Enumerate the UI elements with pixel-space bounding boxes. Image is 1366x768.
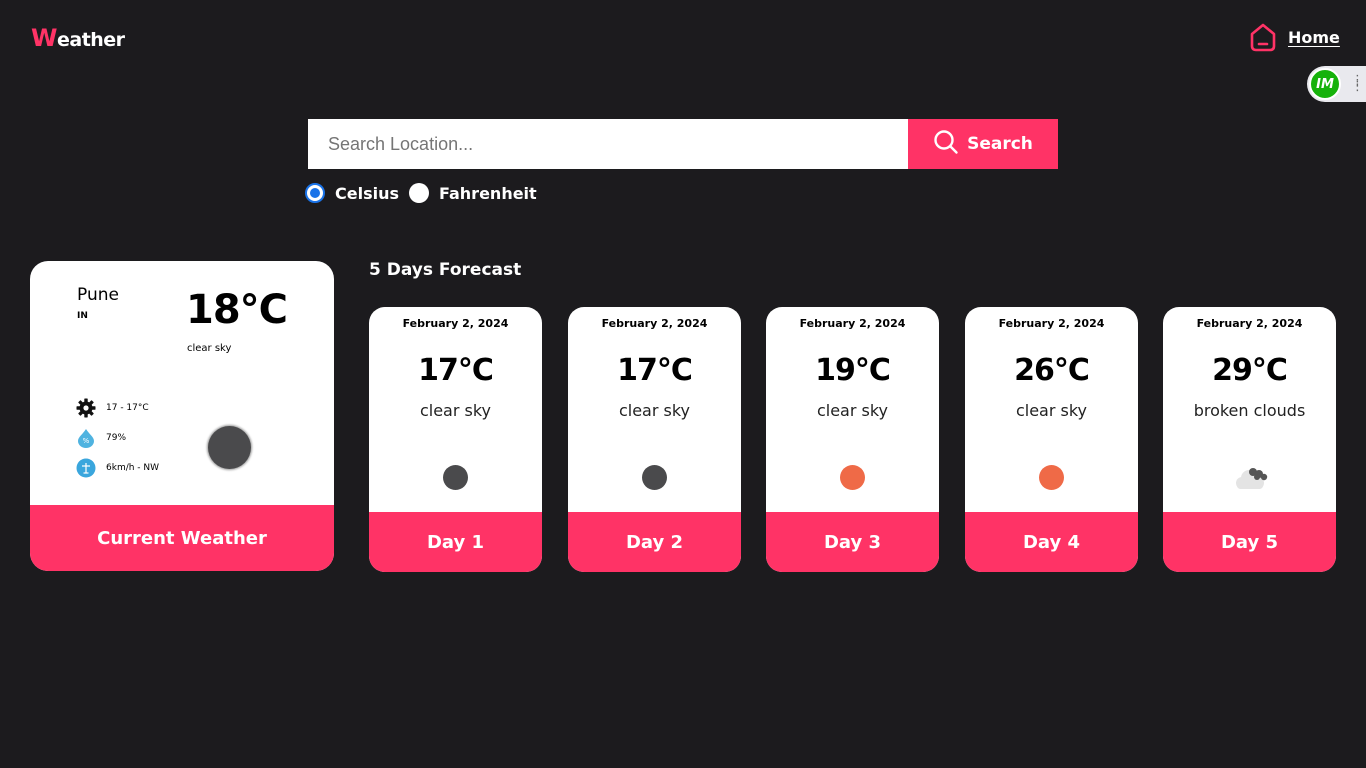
- extension-widget[interactable]: IM ⋮ ⋮: [1307, 66, 1366, 102]
- current-country: IN: [77, 311, 88, 321]
- forecast-temp: 17°C: [418, 353, 494, 388]
- forecast-title: 5 Days Forecast: [369, 260, 522, 280]
- fahrenheit-radio[interactable]: [409, 183, 429, 203]
- home-link[interactable]: Home: [1248, 22, 1340, 52]
- temp-range-row: 17 - 17°C: [76, 398, 149, 418]
- sun-icon: [1039, 465, 1064, 490]
- forecast-temp: 19°C: [815, 353, 891, 388]
- forecast-description: clear sky: [618, 401, 691, 420]
- drag-handle-icon[interactable]: ⋮ ⋮: [1351, 74, 1364, 93]
- forecast-day-label: Day 4: [965, 512, 1138, 572]
- current-weather-card: Pune IN 18°C clear sky 17 - 17°C % 79% 6…: [30, 261, 334, 571]
- search-button[interactable]: Search: [908, 119, 1058, 169]
- gear-icon: [76, 398, 96, 418]
- svg-text:%: %: [83, 437, 90, 445]
- forecast-card-day-5: February 2, 2024 29°C broken clouds Day …: [1163, 307, 1336, 572]
- home-icon: [1248, 22, 1278, 52]
- forecast-date: February 2, 2024: [998, 317, 1105, 330]
- forecast-date: February 2, 2024: [799, 317, 906, 330]
- forecast-description: clear sky: [816, 401, 889, 420]
- logo-initial: W: [31, 24, 57, 52]
- search-button-label: Search: [967, 134, 1033, 154]
- forecast-card-day-4: February 2, 2024 26°C clear sky Day 4: [965, 307, 1138, 572]
- forecast-date: February 2, 2024: [1196, 317, 1303, 330]
- unit-selector: Celsius Fahrenheit: [305, 183, 547, 203]
- moon-icon: [208, 426, 251, 469]
- forecast-card-day-2: February 2, 2024 17°C clear sky Day 2: [568, 307, 741, 572]
- sun-icon: [840, 465, 865, 490]
- forecast-temp: 17°C: [617, 353, 693, 388]
- forecast-description: clear sky: [1015, 401, 1088, 420]
- wind-icon: [76, 458, 96, 478]
- forecast-card-day-3: February 2, 2024 19°C clear sky Day 3: [766, 307, 939, 572]
- logo: Weather: [31, 24, 125, 52]
- celsius-label[interactable]: Celsius: [335, 184, 399, 203]
- logo-text: eather: [56, 29, 125, 51]
- forecast-temp: 26°C: [1014, 353, 1090, 388]
- current-temp: 18°C: [186, 287, 288, 333]
- current-city: Pune: [77, 285, 119, 305]
- search-input[interactable]: [308, 119, 908, 169]
- cloud-icon: [1231, 464, 1269, 496]
- fahrenheit-label[interactable]: Fahrenheit: [439, 184, 537, 203]
- current-weather-label: Current Weather: [30, 505, 334, 571]
- wind-row: 6km/h - NW: [76, 458, 159, 478]
- forecast-date: February 2, 2024: [402, 317, 509, 330]
- humidity-value: 79%: [106, 433, 127, 443]
- forecast-card-day-1: February 2, 2024 17°C clear sky Day 1: [369, 307, 542, 572]
- home-label: Home: [1288, 27, 1340, 47]
- forecast-description: clear sky: [419, 401, 492, 420]
- forecast-date: February 2, 2024: [601, 317, 708, 330]
- forecast-day-label: Day 1: [369, 512, 542, 572]
- moon-icon: [642, 465, 667, 490]
- forecast-temp: 29°C: [1212, 353, 1288, 388]
- moon-icon: [443, 465, 468, 490]
- forecast-description: broken clouds: [1193, 401, 1306, 420]
- forecast-day-label: Day 5: [1163, 512, 1336, 572]
- extension-badge[interactable]: IM: [1309, 68, 1341, 100]
- humidity-row: % 79%: [76, 428, 126, 448]
- forecast-day-label: Day 2: [568, 512, 741, 572]
- search-bar: Search: [308, 119, 1058, 169]
- wind-value: 6km/h - NW: [106, 463, 160, 473]
- celsius-radio[interactable]: [305, 183, 325, 203]
- search-icon: [933, 129, 959, 160]
- forecast-day-label: Day 3: [766, 512, 939, 572]
- humidity-icon: %: [76, 428, 96, 448]
- temp-range-value: 17 - 17°C: [106, 403, 149, 413]
- current-description: clear sky: [187, 343, 232, 354]
